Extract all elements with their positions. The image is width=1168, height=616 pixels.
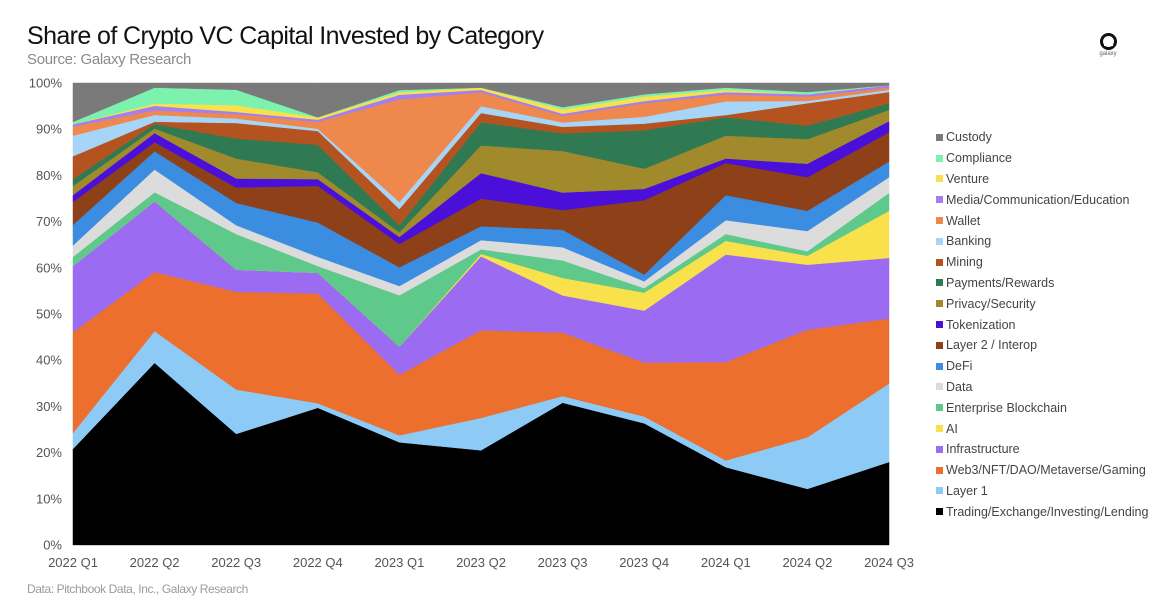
legend-item: Wallet	[936, 210, 1148, 231]
legend-item: Enterprise Blockchain	[936, 397, 1148, 418]
legend-label: Layer 1	[946, 483, 988, 498]
legend-swatch-icon	[936, 466, 943, 474]
legend-swatch-icon	[936, 279, 943, 287]
legend-swatch-icon	[936, 237, 943, 245]
x-tick-label: 2023 Q4	[619, 555, 669, 570]
legend-swatch-icon	[936, 341, 943, 349]
legend-swatch-icon	[936, 217, 943, 225]
legend-swatch-icon	[936, 425, 943, 433]
legend-item: Web3/NFT/DAO/Metaverse/Gaming	[936, 460, 1148, 481]
legend-swatch-icon	[936, 508, 943, 516]
y-tick-label: 80%	[36, 168, 62, 183]
legend-label: Custody	[946, 130, 992, 145]
x-tick-label: 2022 Q2	[130, 555, 180, 570]
legend-item: Custody	[936, 127, 1148, 148]
legend-item: Privacy/Security	[936, 293, 1148, 314]
legend-label: Infrastructure	[946, 442, 1020, 457]
legend-item: Layer 1	[936, 481, 1148, 502]
legend-item: Infrastructure	[936, 439, 1148, 460]
legend-label: Enterprise Blockchain	[946, 400, 1067, 415]
legend-swatch-icon	[936, 445, 943, 453]
x-tick-label: 2024 Q2	[782, 555, 832, 570]
legend-label: Privacy/Security	[946, 296, 1036, 311]
legend-swatch-icon	[936, 154, 943, 162]
legend-swatch-icon	[936, 133, 943, 141]
legend-item: Media/Communication/Education	[936, 189, 1148, 210]
y-tick-label: 10%	[36, 491, 62, 506]
legend-swatch-icon	[936, 300, 943, 308]
data-source-note: Data: Pitchbook Data, Inc., Galaxy Resea…	[27, 582, 248, 596]
y-tick-label: 40%	[36, 353, 62, 368]
legend-label: Tokenization	[946, 317, 1016, 332]
legend-item: AI	[936, 418, 1148, 439]
x-tick-label: 2023 Q1	[374, 555, 424, 570]
y-tick-label: 20%	[36, 445, 62, 460]
legend-item: Tokenization	[936, 314, 1148, 335]
y-tick-label: 0%	[43, 538, 62, 553]
x-tick-label: 2024 Q1	[701, 555, 751, 570]
legend-label: Payments/Rewards	[946, 275, 1055, 290]
y-tick-label: 30%	[36, 399, 62, 414]
y-tick-label: 60%	[36, 260, 62, 275]
legend-swatch-icon	[936, 487, 943, 495]
y-tick-label: 70%	[36, 214, 62, 229]
y-tick-label: 100%	[29, 76, 63, 91]
legend-item: Payments/Rewards	[936, 273, 1148, 294]
legend-label: AI	[946, 421, 958, 436]
legend-swatch-icon	[936, 362, 943, 370]
x-axis: 2022 Q1 2022 Q2 2022 Q3 2022 Q4 2023 Q1 2023 …	[48, 545, 914, 570]
chart-legend: Custody Compliance Venture Media/Communicat…	[936, 127, 1148, 522]
legend-item: Compliance	[936, 148, 1148, 169]
legend-label: Data	[946, 379, 973, 394]
legend-item: Venture	[936, 169, 1148, 190]
legend-item: Trading/Exchange/Investing/Lending	[936, 501, 1148, 522]
legend-swatch-icon	[936, 321, 943, 329]
legend-label: Venture	[946, 171, 990, 186]
y-tick-label: 90%	[36, 122, 62, 137]
legend-item: Banking	[936, 231, 1148, 252]
legend-label: Banking	[946, 234, 992, 249]
x-tick-label: 2023 Q3	[538, 555, 588, 570]
y-axis: 0% 10% 20% 30% 40% 50% 60% 70% 80% 90% 100%	[29, 76, 63, 553]
x-tick-label: 2024 Q3	[864, 555, 914, 570]
chart-areas	[72, 82, 890, 546]
legend-item: DeFi	[936, 356, 1148, 377]
legend-item: Layer 2 / Interop	[936, 335, 1148, 356]
legend-label: Trading/Exchange/Investing/Lending	[946, 504, 1149, 519]
legend-label: Compliance	[946, 151, 1013, 166]
legend-label: Layer 2 / Interop	[946, 338, 1038, 353]
legend-swatch-icon	[936, 404, 943, 412]
x-tick-label: 2023 Q2	[456, 555, 506, 570]
legend-item: Data	[936, 377, 1148, 398]
legend-item: Mining	[936, 252, 1148, 273]
legend-label: Web3/NFT/DAO/Metaverse/Gaming	[946, 463, 1146, 478]
x-tick-label: 2022 Q1	[48, 555, 98, 570]
legend-swatch-icon	[936, 258, 943, 266]
y-tick-label: 50%	[36, 307, 62, 322]
legend-label: Wallet	[946, 213, 981, 228]
legend-swatch-icon	[936, 175, 943, 183]
legend-label: DeFi	[946, 359, 973, 374]
legend-swatch-icon	[936, 383, 943, 391]
legend-swatch-icon	[936, 196, 943, 204]
legend-label: Media/Communication/Education	[946, 192, 1130, 207]
x-tick-label: 2022 Q3	[211, 555, 261, 570]
x-tick-label: 2022 Q4	[293, 555, 343, 570]
legend-label: Mining	[946, 255, 983, 270]
